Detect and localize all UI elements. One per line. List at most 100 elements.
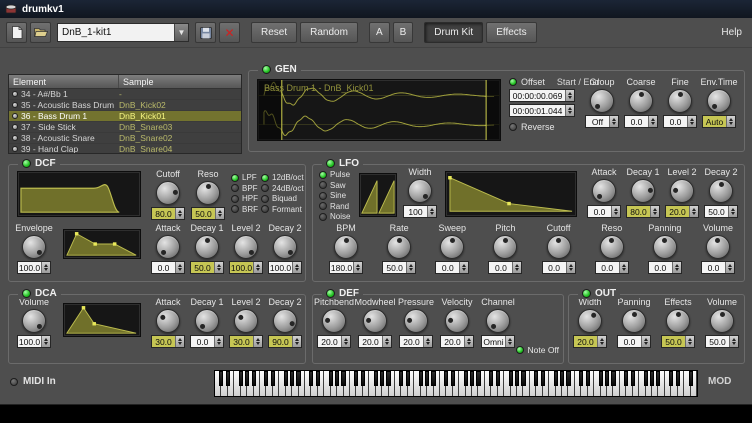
piano-black-key[interactable] [624, 371, 628, 386]
knob-dial[interactable] [600, 235, 624, 259]
knob-dial[interactable] [234, 309, 258, 333]
knob-dial[interactable] [156, 235, 180, 259]
piano-black-key[interactable] [496, 371, 500, 386]
piano-black-key[interactable] [509, 371, 513, 386]
spin-arrows[interactable] [292, 262, 301, 273]
spin-arrows[interactable] [175, 336, 184, 347]
reset-button[interactable]: Reset [251, 22, 297, 43]
tab-drum-kit[interactable]: Drum Kit [424, 22, 483, 43]
spin-arrows[interactable] [650, 206, 659, 217]
knob-dial[interactable] [629, 89, 653, 113]
radio-lpf[interactable]: LPF [231, 173, 258, 183]
piano-black-key[interactable] [386, 371, 390, 386]
radio-biquad[interactable]: Biquad [261, 194, 304, 204]
spin-arrows[interactable] [512, 262, 521, 273]
spin-arrows[interactable] [597, 336, 606, 347]
lfo-led[interactable] [326, 159, 335, 168]
knob-dial[interactable] [706, 235, 730, 259]
piano-black-key[interactable] [676, 371, 680, 386]
knob-value[interactable]: 100.0 [229, 261, 263, 274]
knob-value[interactable]: 0.0 [663, 115, 697, 128]
piano-black-key[interactable] [226, 371, 230, 386]
spin-arrows[interactable] [566, 262, 575, 273]
knob-value[interactable]: 50.0 [382, 261, 416, 274]
radio-pulse[interactable]: Pulse [319, 170, 350, 180]
spin-arrows[interactable] [214, 336, 223, 347]
knob-value[interactable]: 100.0 [17, 261, 51, 274]
piano-black-key[interactable] [374, 371, 378, 386]
spin-arrows[interactable] [609, 116, 618, 127]
knob-dial[interactable] [440, 235, 464, 259]
piano-black-key[interactable] [689, 371, 693, 386]
knob-value[interactable]: 20.0 [358, 335, 392, 348]
knob-dial[interactable] [592, 179, 616, 203]
piano-black-key[interactable] [644, 371, 648, 386]
knob-value[interactable]: 30.0 [151, 335, 185, 348]
radio-rand[interactable]: Rand [319, 202, 350, 212]
lfo-wave-graph[interactable] [359, 173, 397, 217]
spin-arrows[interactable] [687, 116, 696, 127]
spin-arrows[interactable] [619, 262, 628, 273]
knob-value[interactable]: 20.0 [399, 335, 433, 348]
piano-black-key[interactable] [425, 371, 429, 386]
random-button[interactable]: Random [300, 22, 358, 43]
knob-dial[interactable] [486, 309, 510, 333]
spin-arrows[interactable] [175, 208, 184, 219]
spin-arrows[interactable] [725, 262, 734, 273]
knob-value[interactable]: 0.0 [151, 261, 185, 274]
knob-dial[interactable] [547, 235, 571, 259]
radio-brf[interactable]: BRF [231, 205, 258, 215]
piano-black-key[interactable] [444, 371, 448, 386]
knob-value[interactable]: 50.0 [190, 261, 224, 274]
spin-arrows[interactable] [41, 262, 50, 273]
knob-dial[interactable] [156, 309, 180, 333]
dcf-filter-graph[interactable] [17, 171, 141, 217]
piano-black-key[interactable] [245, 371, 249, 386]
piano-black-key[interactable] [489, 371, 493, 386]
piano-black-key[interactable] [361, 371, 365, 386]
spin-arrows[interactable] [464, 336, 473, 347]
piano-black-key[interactable] [419, 371, 423, 386]
spin-arrows[interactable] [728, 206, 737, 217]
piano-black-key[interactable] [335, 371, 339, 386]
piano-black-key[interactable] [264, 371, 268, 386]
knob-value[interactable]: 20.0 [317, 335, 351, 348]
spin-arrows[interactable] [253, 336, 262, 347]
knob-value[interactable]: 0.0 [190, 335, 224, 348]
knob-value[interactable]: 50.0 [191, 207, 225, 220]
piano-black-key[interactable] [354, 371, 358, 386]
radio-12db-oct[interactable]: 12dB/oct [261, 173, 304, 183]
midi-in-indicator[interactable]: MIDI In [10, 376, 56, 387]
knob-value[interactable]: 0.0 [648, 261, 682, 274]
knob-dial[interactable] [408, 179, 432, 203]
knob-value[interactable]: 0.0 [595, 261, 629, 274]
knob-dial[interactable] [363, 309, 387, 333]
knob-value[interactable]: 50.0 [661, 335, 695, 348]
spin-arrows[interactable] [565, 90, 574, 101]
preset-a-button[interactable]: A [369, 22, 390, 43]
piano-black-key[interactable] [534, 371, 538, 386]
offset-end-spin[interactable]: 00:00:01.044 [509, 104, 575, 117]
spin-arrows[interactable] [253, 262, 262, 273]
knob-value[interactable]: 100.0 [17, 335, 51, 348]
knob-dial[interactable] [404, 309, 428, 333]
preset-combo[interactable]: DnB_1-kit1 ▼ [57, 23, 189, 42]
spin-arrows[interactable] [215, 208, 224, 219]
knob-value[interactable]: 20.0 [665, 205, 699, 218]
sample-waveform[interactable]: Bass Drum 1 - DnB_Kick01 [257, 79, 501, 141]
knob-dial[interactable] [710, 309, 734, 333]
piano-black-key[interactable] [239, 371, 243, 386]
knob-value[interactable]: 0.0 [701, 261, 735, 274]
piano-black-key[interactable] [329, 371, 333, 386]
piano-black-key[interactable] [579, 371, 583, 386]
knob-value[interactable]: 50.0 [704, 205, 738, 218]
piano-black-key[interactable] [399, 371, 403, 386]
open-preset-button[interactable] [30, 22, 51, 43]
knob-dial[interactable] [22, 235, 46, 259]
dcf-envelope-graph[interactable] [63, 229, 141, 259]
spin-arrows[interactable] [641, 336, 650, 347]
spin-arrows[interactable] [729, 336, 738, 347]
piano-black-key[interactable] [252, 371, 256, 386]
list-item[interactable]: 39 - Hand ClapDnB_Snare04 [9, 144, 241, 154]
spin-arrows[interactable] [505, 336, 514, 347]
